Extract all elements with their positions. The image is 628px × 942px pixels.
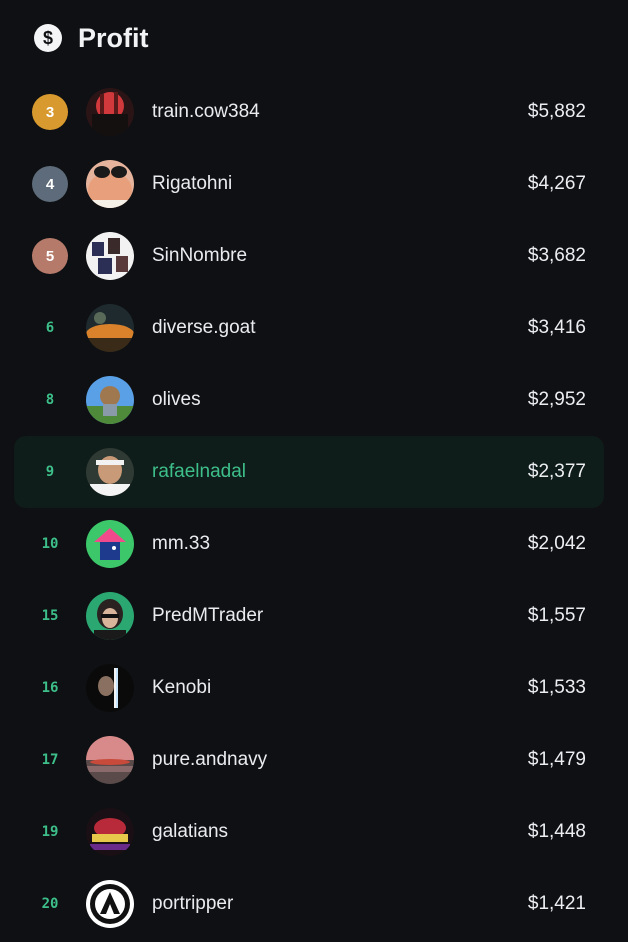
- profit-amount: $2,377: [527, 461, 586, 482]
- profit-amount: $4,267: [527, 173, 586, 194]
- leaderboard-row[interactable]: 10 mm.33 $2,042: [14, 508, 604, 580]
- leaderboard-row[interactable]: 17 pure.andnavy $1,479: [14, 724, 604, 796]
- profit-amount: $3,416: [527, 317, 586, 338]
- avatar[interactable]: [86, 880, 134, 928]
- username[interactable]: galatians: [152, 821, 228, 843]
- leaderboard-row-current-user[interactable]: 9 rafaelnadal $2,377: [14, 436, 604, 508]
- leaderboard-row[interactable]: 20 portripper $1,421: [14, 868, 604, 940]
- page-title: Profit: [78, 22, 149, 53]
- username[interactable]: Kenobi: [152, 677, 211, 699]
- avatar[interactable]: [86, 88, 134, 136]
- username[interactable]: mm.33: [152, 533, 210, 555]
- profit-amount: $1,448: [527, 821, 586, 842]
- profit-amount: $1,557: [527, 605, 586, 626]
- rank-number: 15: [41, 608, 59, 624]
- profit-amount: $2,042: [527, 533, 586, 554]
- leaderboard-row[interactable]: 15 PredMTrader $1,557: [14, 580, 604, 652]
- rank-number: 19: [41, 824, 59, 840]
- rank-number: 6: [45, 320, 55, 336]
- username[interactable]: portripper: [152, 893, 233, 915]
- username[interactable]: Rigatohni: [152, 173, 232, 195]
- leaderboard-row[interactable]: 19 galatians $1,448: [14, 796, 604, 868]
- leaderboard-row[interactable]: 16 Kenobi $1,533: [14, 652, 604, 724]
- profit-amount: $3,682: [527, 245, 586, 266]
- avatar[interactable]: [86, 232, 134, 280]
- profit-amount: $5,882: [527, 101, 586, 122]
- avatar[interactable]: [86, 448, 134, 496]
- leaderboard-row[interactable]: 5 SinNombre $3,682: [14, 220, 604, 292]
- rank-number: 9: [45, 464, 55, 480]
- avatar[interactable]: [86, 592, 134, 640]
- username[interactable]: olives: [152, 389, 201, 411]
- rank-badge: 4: [32, 166, 68, 202]
- username[interactable]: pure.andnavy: [152, 749, 267, 771]
- leaderboard-row[interactable]: 4 Rigatohni $4,267: [14, 148, 604, 220]
- avatar[interactable]: [86, 664, 134, 712]
- rank-badge: 3: [32, 94, 68, 130]
- rank-number: 8: [45, 392, 55, 408]
- username[interactable]: train.cow384: [152, 101, 260, 123]
- avatar[interactable]: [86, 304, 134, 352]
- rank-number: 10: [41, 536, 59, 552]
- rank-number: 17: [41, 752, 59, 768]
- profit-amount: $2,952: [527, 389, 586, 410]
- leaderboard-row[interactable]: 8 olives $2,952: [14, 364, 604, 436]
- avatar[interactable]: [86, 808, 134, 856]
- username[interactable]: SinNombre: [152, 245, 247, 267]
- username[interactable]: PredMTrader: [152, 605, 263, 627]
- avatar[interactable]: [86, 736, 134, 784]
- rank-badge: 5: [32, 238, 68, 274]
- leaderboard-header: $ Profit: [0, 0, 628, 76]
- rank-number: 20: [41, 896, 59, 912]
- username[interactable]: rafaelnadal: [152, 461, 246, 483]
- rank-number: 16: [41, 680, 59, 696]
- leaderboard-row[interactable]: 3 train.cow384 $5,882: [14, 76, 604, 148]
- avatar[interactable]: [86, 160, 134, 208]
- profit-amount: $1,533: [527, 677, 586, 698]
- username[interactable]: diverse.goat: [152, 317, 256, 339]
- avatar[interactable]: [86, 520, 134, 568]
- avatar[interactable]: [86, 376, 134, 424]
- dollar-icon: $: [34, 24, 62, 52]
- leaderboard-row[interactable]: 6 diverse.goat $3,416: [14, 292, 604, 364]
- profit-amount: $1,421: [527, 893, 586, 914]
- profit-amount: $1,479: [527, 749, 586, 770]
